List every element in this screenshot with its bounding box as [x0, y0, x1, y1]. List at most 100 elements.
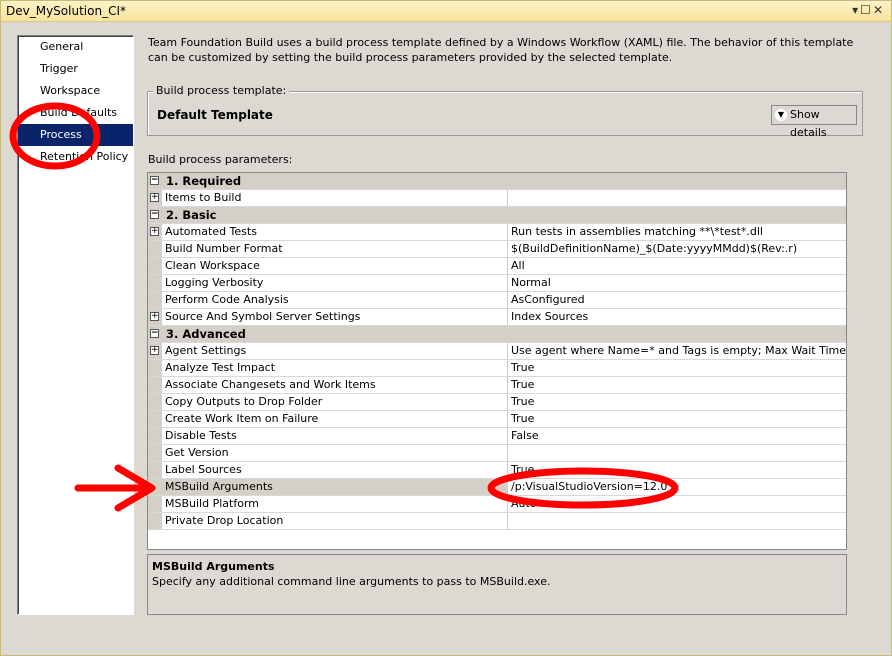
show-details-label: Show details [790, 108, 827, 139]
nav-item-general[interactable]: General [18, 36, 133, 58]
row-gutter [148, 411, 162, 427]
param-value[interactable]: True [508, 360, 846, 376]
row-gutter [148, 428, 162, 444]
intro-text: Team Foundation Build uses a build proce… [148, 36, 854, 64]
row-gutter [148, 479, 162, 495]
param-name: Analyze Test Impact [162, 360, 508, 376]
table-row[interactable]: + Items to Build [148, 190, 846, 207]
row-gutter [148, 275, 162, 291]
param-name: 3. Advanced [166, 327, 246, 341]
table-row[interactable]: + Source And Symbol Server Settings Index … [148, 309, 846, 326]
description-title: MSBuild Arguments [152, 560, 275, 573]
param-value[interactable]: Run tests in assemblies matching **\*tes… [508, 224, 846, 240]
table-row[interactable]: Get Version [148, 445, 846, 462]
parameters-grid: −1. Required + Items to Build −2. Basic + Aut… [147, 172, 847, 550]
param-name: Copy Outputs to Drop Folder [162, 394, 508, 410]
row-gutter [148, 241, 162, 257]
template-name: Default Template [157, 108, 273, 122]
table-row[interactable]: Associate Changesets and Work Items True [148, 377, 846, 394]
expand-icon[interactable]: + [150, 227, 159, 236]
row-gutter [148, 377, 162, 393]
settings-nav: General Trigger Workspace Build Defaults Pro… [17, 35, 134, 615]
row-gutter: + [148, 224, 162, 240]
window-controls[interactable]: ▾☐✕ [852, 3, 885, 17]
nav-item-build-defaults[interactable]: Build Defaults [18, 102, 133, 124]
nav-item-workspace[interactable]: Workspace [18, 80, 133, 102]
chevron-down-icon: ▼ [775, 109, 787, 121]
param-value[interactable]: $(BuildDefinitionName)_$(Date:yyyyMMdd)$… [508, 241, 846, 257]
table-row[interactable]: Create Work Item on Failure True [148, 411, 846, 428]
row-gutter: − [148, 326, 162, 342]
table-row[interactable]: + Automated Tests Run tests in assemblies … [148, 224, 846, 241]
param-name: Automated Tests [162, 224, 508, 240]
row-gutter: + [148, 343, 162, 359]
param-value[interactable] [508, 190, 846, 206]
param-name: Items to Build [162, 190, 508, 206]
param-value[interactable] [508, 513, 846, 529]
nav-item-trigger[interactable]: Trigger [18, 58, 133, 80]
category-row[interactable]: −3. Advanced [148, 326, 846, 343]
param-name: 2. Basic [166, 208, 217, 222]
table-row[interactable]: Analyze Test Impact True [148, 360, 846, 377]
category-row[interactable]: −2. Basic [148, 207, 846, 224]
param-value[interactable]: True [508, 377, 846, 393]
param-value[interactable]: /p:VisualStudioVersion=12.0 [508, 479, 846, 495]
collapse-icon[interactable]: − [150, 329, 159, 338]
table-row[interactable]: Private Drop Location [148, 513, 846, 530]
table-row[interactable]: Clean Workspace All [148, 258, 846, 275]
category-row[interactable]: −1. Required [148, 173, 846, 190]
param-name: Source And Symbol Server Settings [162, 309, 508, 325]
build-definition-window: Dev_MySolution_CI* ▾☐✕ General Trigger Wor… [0, 0, 892, 656]
nav-item-process[interactable]: Process [18, 124, 133, 146]
table-row[interactable]: Disable Tests False [148, 428, 846, 445]
expand-icon[interactable]: + [150, 312, 159, 321]
param-name: Label Sources [162, 462, 508, 478]
collapse-icon[interactable]: − [150, 176, 159, 185]
row-gutter: − [148, 173, 162, 189]
table-row[interactable]: Label Sources True [148, 462, 846, 479]
table-row[interactable]: Logging Verbosity Normal [148, 275, 846, 292]
row-gutter [148, 360, 162, 376]
param-value[interactable]: True [508, 411, 846, 427]
table-row[interactable]: Perform Code Analysis AsConfigured [148, 292, 846, 309]
param-name: MSBuild Platform [162, 496, 508, 512]
nav-item-retention-policy[interactable]: Retention Policy [18, 146, 133, 168]
param-name: Private Drop Location [162, 513, 508, 529]
param-name: Logging Verbosity [162, 275, 508, 291]
table-row[interactable]: Build Number Format $(BuildDefinitionName… [148, 241, 846, 258]
param-value[interactable]: True [508, 394, 846, 410]
collapse-icon[interactable]: − [150, 210, 159, 219]
row-gutter [148, 258, 162, 274]
param-value[interactable]: False [508, 428, 846, 444]
row-gutter [148, 496, 162, 512]
template-legend: Build process template: [153, 84, 290, 97]
window-title: Dev_MySolution_CI* [6, 4, 126, 18]
table-row[interactable]: Copy Outputs to Drop Folder True [148, 394, 846, 411]
param-name: Clean Workspace [162, 258, 508, 274]
param-value[interactable]: Auto [508, 496, 846, 512]
param-value[interactable] [508, 445, 846, 461]
template-group: Build process template: Default Template… [147, 84, 863, 139]
param-name: Build Number Format [162, 241, 508, 257]
row-gutter: + [148, 309, 162, 325]
title-bar: Dev_MySolution_CI* ▾☐✕ [1, 1, 891, 22]
params-label: Build process parameters: [148, 153, 293, 166]
table-row[interactable]: MSBuild Platform Auto [148, 496, 846, 513]
row-gutter: − [148, 207, 162, 223]
row-gutter [148, 513, 162, 529]
param-value[interactable]: Normal [508, 275, 846, 291]
table-row[interactable]: + Agent Settings Use agent where Name=* an… [148, 343, 846, 360]
row-gutter [148, 394, 162, 410]
param-value[interactable]: Index Sources [508, 309, 846, 325]
table-row[interactable]: MSBuild Arguments/p:VisualStudioVersion=… [148, 479, 846, 496]
param-name: Associate Changesets and Work Items [162, 377, 508, 393]
param-name: Get Version [162, 445, 508, 461]
param-name: Disable Tests [162, 428, 508, 444]
param-value[interactable]: AsConfigured [508, 292, 846, 308]
expand-icon[interactable]: + [150, 346, 159, 355]
param-value[interactable]: Use agent where Name=* and Tags is empty… [508, 343, 846, 359]
expand-icon[interactable]: + [150, 193, 159, 202]
show-details-button[interactable]: ▼ Show details [771, 105, 857, 139]
param-value[interactable]: All [508, 258, 846, 274]
param-value[interactable]: True [508, 462, 846, 478]
